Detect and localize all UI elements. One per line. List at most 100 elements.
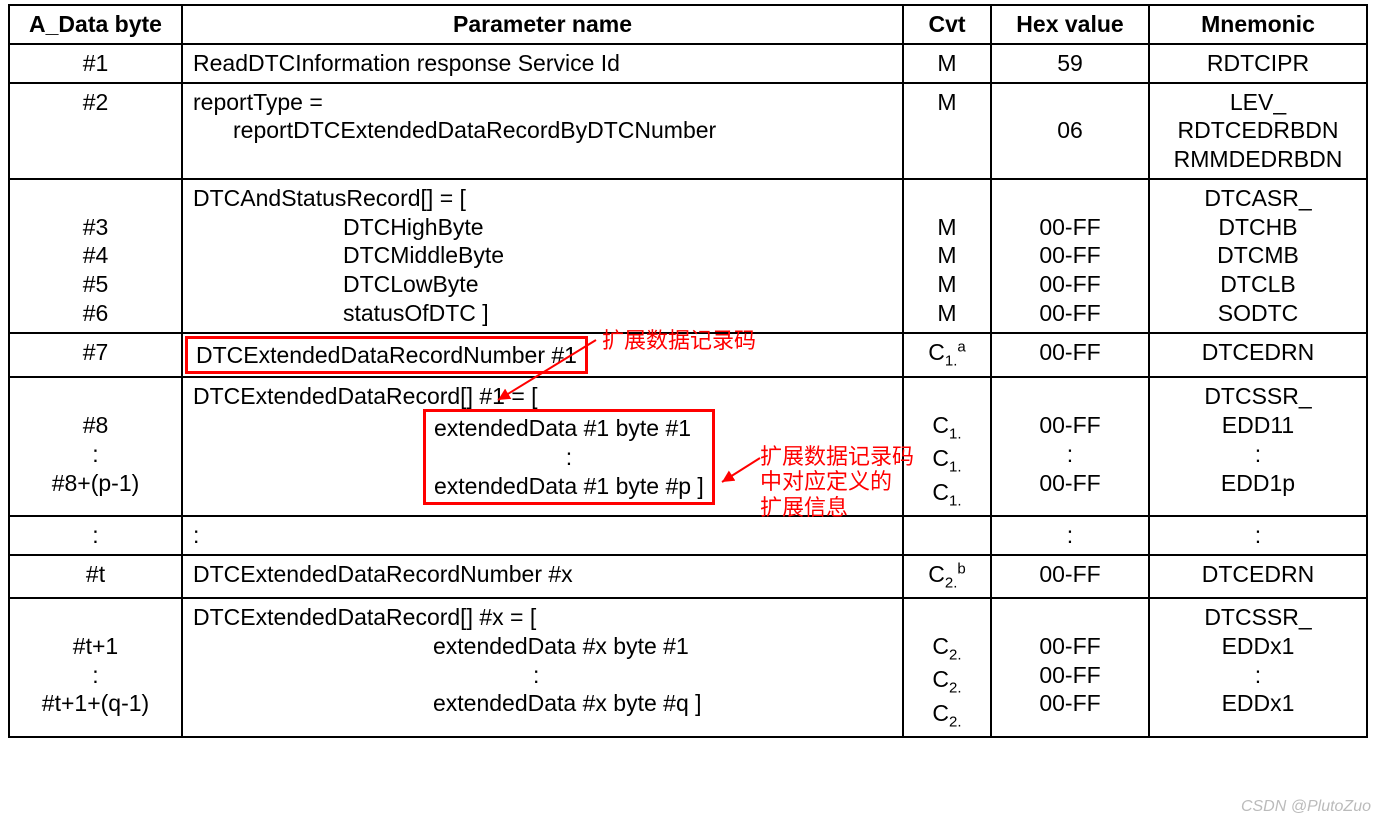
text: C1.a [928,339,965,365]
text: statusOfDTC ] [193,299,894,328]
text: EDDx1 [1222,690,1295,716]
text: DTCMB [1217,242,1299,268]
cell-byte: #3 #4 #5 #6 [9,179,182,333]
text: #8+(p-1) [52,470,140,496]
table-row: #2 reportType = reportDTCExtendedDataRec… [9,83,1367,179]
cell-mne: DTCEDRN [1149,555,1367,598]
table-row: #1 ReadDTCInformation response Service I… [9,44,1367,83]
text: DTCMiddleByte [193,241,894,270]
cell-byte: #8 : #8+(p-1) [9,377,182,516]
cell-param: DTCExtendedDataRecord[] #1 = [ extendedD… [182,377,903,516]
text: DTCExtendedDataRecord[] #x = [ [193,604,536,630]
text: 00-FF [1039,690,1100,716]
text: : [92,662,98,688]
text: M [937,214,956,240]
text: DTCHighByte [193,213,894,242]
cell-param: DTCExtendedDataRecord[] #x = [ extendedD… [182,598,903,737]
text: EDD1p [1221,470,1295,496]
table-row: #8 : #8+(p-1) DTCExtendedDataRecord[] #1… [9,377,1367,516]
response-table: A_Data byte Parameter name Cvt Hex value… [8,4,1368,738]
text: DTCSSR_ [1204,383,1311,409]
cell-param: reportType = reportDTCExtendedDataRecord… [182,83,903,179]
text: #t+1+(q-1) [42,690,149,716]
text: DTCSSR_ [1204,604,1311,630]
text: reportDTCExtendedDataRecordByDTCNumber [193,116,894,145]
cell-cvt: C1.a [903,333,991,378]
text: RDTCEDRBDN [1178,117,1339,143]
cell-byte: : [9,516,182,555]
table-row: #3 #4 #5 #6 DTCAndStatusRecord[] = [ DTC… [9,179,1367,333]
text: 00-FF [1039,300,1100,326]
hdr-paramname: Parameter name [182,5,903,44]
text: C2. [932,700,961,726]
highlight-box: extendedData #1 byte #1 : extendedData #… [423,409,715,505]
cell-param: DTCExtendedDataRecordNumber #x [182,555,903,598]
text: extendedData #1 byte #1 [434,414,704,443]
text: reportType = [193,89,323,115]
text: DTCASR_ [1204,185,1311,211]
cell-byte: #1 [9,44,182,83]
text: EDDx1 [1222,633,1295,659]
cell-hex: 00-FF 00-FF 00-FF [991,598,1149,737]
cell-cvt [903,516,991,555]
cell-mne: LEV_ RDTCEDRBDN RMMDEDRBDN [1149,83,1367,179]
hdr-cvt: Cvt [903,5,991,44]
text: 00-FF [1039,412,1100,438]
text: DTCLowByte [193,270,894,299]
text: 00-FF [1039,662,1100,688]
text: EDD11 [1222,412,1294,438]
text: #8 [83,412,109,438]
cell-param: : [182,516,903,555]
text: : [1067,441,1073,467]
text: : [193,661,894,690]
text: C1. [932,445,961,471]
text: SODTC [1218,300,1299,326]
text: extendedData #x byte #1 [193,632,894,661]
text: 00-FF [1039,633,1100,659]
hdr-hexvalue: Hex value [991,5,1149,44]
text: 00-FF [1039,271,1100,297]
cell-param: DTCExtendedDataRecordNumber #1 [182,333,903,378]
text: extendedData #1 byte #p ] [434,472,704,501]
text: 00-FF [1039,242,1100,268]
text: RMMDEDRBDN [1174,146,1343,172]
text: #3 [83,214,109,240]
text: #5 [83,271,109,297]
watermark: CSDN @PlutoZuo [1241,798,1371,816]
text: : [92,441,98,467]
text: DTCExtendedDataRecordNumber #1 [196,342,577,368]
cell-mne: DTCSSR_ EDD11 : EDD1p [1149,377,1367,516]
text: DTCLB [1220,271,1295,297]
cell-cvt: C2.b [903,555,991,598]
text: LEV_ [1230,89,1286,115]
text: M [937,271,956,297]
table-row: #t+1 : #t+1+(q-1) DTCExtendedDataRecord[… [9,598,1367,737]
text: C2.b [928,561,965,587]
cell-hex: : [991,516,1149,555]
cell-byte: #2 [9,83,182,179]
cell-param: ReadDTCInformation response Service Id [182,44,903,83]
text: #t+1 [73,633,118,659]
cell-cvt: C2. C2. C2. [903,598,991,737]
text: extendedData #x byte #q ] [193,689,894,718]
text: M [937,300,956,326]
text: : [1255,441,1261,467]
text: DTCHB [1218,214,1297,240]
text: DTCAndStatusRecord[] = [ [193,185,466,211]
text: #6 [83,300,109,326]
cell-param: DTCAndStatusRecord[] = [ DTCHighByte DTC… [182,179,903,333]
cell-mne: : [1149,516,1367,555]
table-row: : : : : [9,516,1367,555]
cell-byte: #7 [9,333,182,378]
table-row: #7 DTCExtendedDataRecordNumber #1 C1.a 0… [9,333,1367,378]
text: C2. [932,633,961,659]
cell-hex: 00-FF [991,333,1149,378]
header-row: A_Data byte Parameter name Cvt Hex value… [9,5,1367,44]
cell-mne: DTCEDRN [1149,333,1367,378]
cell-cvt: C1. C1. C1. [903,377,991,516]
cell-mne: DTCASR_ DTCHB DTCMB DTCLB SODTC [1149,179,1367,333]
text: C2. [932,666,961,692]
text: C1. [932,412,961,438]
text: 00-FF [1039,214,1100,240]
hdr-adatabyte: A_Data byte [9,5,182,44]
